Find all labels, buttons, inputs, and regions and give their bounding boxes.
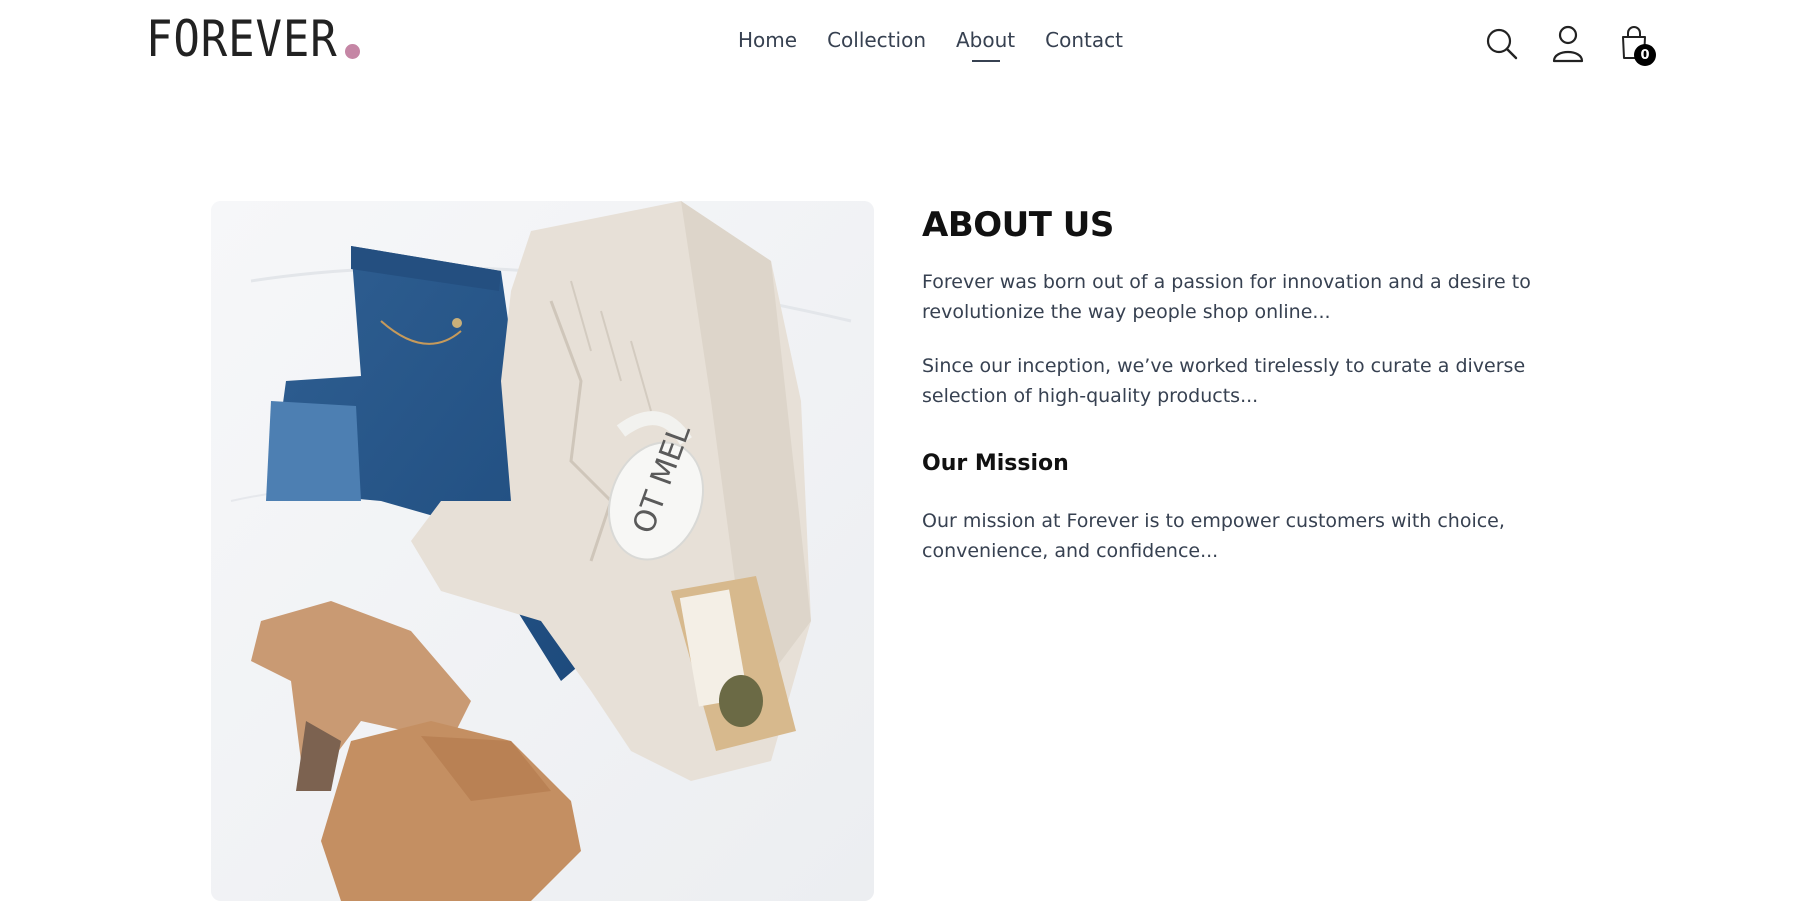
cart-count-badge: 0 <box>1634 44 1656 66</box>
about-paragraph-1: Forever was born out of a passion for in… <box>922 271 1531 323</box>
search-button[interactable] <box>1484 24 1520 64</box>
nav-link-collection[interactable]: Collection <box>827 28 926 52</box>
about-paragraph-2: Since our inception, we’ve worked tirele… <box>922 355 1526 407</box>
clothing-flatlay-image: OT MEL <box>211 201 874 901</box>
brand-logo-text[interactable]: FOREVER <box>146 14 338 64</box>
mission-title: Our Mission <box>922 451 1069 476</box>
about-title: ABOUT US <box>922 205 1114 245</box>
nav-link-home[interactable]: Home <box>738 28 797 52</box>
brand-logo-dot <box>345 44 360 59</box>
profile-button[interactable] <box>1550 24 1586 64</box>
main-nav: Home Collection About Contact <box>738 28 1123 52</box>
brand-logo[interactable]: FOREVER <box>146 14 364 64</box>
navbar: FOREVER Home Collection About Contact 0 <box>0 0 1804 84</box>
profile-icon <box>1552 25 1584 63</box>
nav-link-about[interactable]: About <box>956 28 1015 52</box>
search-icon <box>1486 28 1518 60</box>
header-actions: 0 <box>1484 24 1656 66</box>
about-image: OT MEL <box>211 201 874 901</box>
cart-button[interactable]: 0 <box>1616 24 1656 66</box>
mission-paragraph: Our mission at Forever is to empower cus… <box>922 510 1505 562</box>
about-section: ABOUT US Forever was born out of a passi… <box>922 201 1602 566</box>
nav-link-contact[interactable]: Contact <box>1045 28 1123 52</box>
